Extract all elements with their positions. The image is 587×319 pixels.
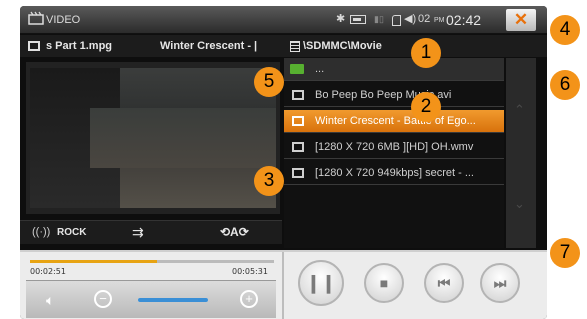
volume-level: 02 — [418, 13, 431, 25]
volume-slider[interactable] — [138, 298, 208, 302]
now-playing-title: Winter Crescent - | — [160, 40, 258, 52]
previous-button[interactable]: ⏮︎ — [424, 263, 464, 303]
list-scrollbar[interactable]: ⌃ ⌄ — [506, 58, 536, 248]
speaker-icon[interactable]: 🔈︎ — [46, 292, 54, 309]
close-button[interactable]: ✕ — [506, 9, 536, 31]
callout-3: 3 — [254, 166, 284, 196]
list-item[interactable]: [1280 X 720 949kbps] secret - ... — [284, 162, 504, 185]
elapsed-time: 00:02:51 — [30, 267, 66, 276]
now-playing-file: s Part 1.mpg — [46, 40, 113, 52]
parent-folder-item[interactable]: ... — [284, 58, 504, 81]
video-frame — [30, 68, 276, 208]
film-icon — [292, 90, 304, 100]
clock-ampm: PM — [434, 17, 445, 24]
callout-4: 4 — [550, 15, 580, 45]
film-icon — [292, 116, 304, 126]
volume-up-button[interactable]: + — [240, 290, 258, 308]
volume-down-button[interactable]: − — [94, 290, 112, 308]
callout-6: 6 — [550, 70, 580, 100]
total-time: 00:05:31 — [232, 267, 268, 276]
sound-effect-icon[interactable]: ((·)) — [32, 226, 50, 238]
stop-button[interactable]: ■ — [364, 263, 404, 303]
progress-bar[interactable] — [30, 260, 274, 263]
battery-icon — [350, 15, 366, 24]
film-icon — [292, 142, 304, 152]
repeat-icon[interactable]: ⟲A⟳ — [220, 225, 249, 239]
volume-fill — [138, 298, 208, 302]
list-item[interactable]: Bo Peep Bo Peep Music.avi — [284, 84, 504, 107]
parent-folder-label: ... — [315, 63, 325, 75]
status-bar: VIDEO ✱ ▮▯ ◀) 02 PM 02:42 ✕ — [20, 6, 547, 34]
player-window: VIDEO ✱ ▮▯ ◀) 02 PM 02:42 ✕ s Part 1.mpg… — [20, 6, 547, 319]
video-display[interactable] — [26, 62, 280, 214]
sd-card-icon — [392, 15, 401, 26]
eq-preset-label[interactable]: ROCK — [57, 227, 86, 238]
folder-path-icon — [290, 41, 300, 52]
progress-fill — [30, 260, 157, 263]
video-app-icon — [28, 11, 44, 25]
film-icon — [292, 168, 304, 178]
folder-path: \SDMMC\Movie — [303, 40, 382, 52]
app-title: VIDEO — [46, 14, 81, 26]
next-button[interactable]: ⏭︎ — [480, 263, 520, 303]
scroll-down-icon[interactable]: ⌄ — [514, 196, 525, 212]
effect-bar: ((·)) ROCK ⇉ ⟲A⟳ — [20, 220, 282, 244]
callout-5: 5 — [254, 67, 284, 97]
shuffle-icon[interactable]: ⇉ — [132, 224, 144, 241]
signal-icon: ▮▯ — [374, 14, 384, 24]
file-name: [1280 X 720 6MB ][HD] OH.wmv — [315, 141, 474, 153]
file-list: ... Bo Peep Bo Peep Music.avi Winter Cre… — [284, 58, 504, 248]
clock-time: 02:42 — [446, 12, 482, 28]
bluetooth-icon: ✱ — [336, 13, 346, 25]
list-item-selected[interactable]: Winter Crescent - Battle of Ego... — [284, 110, 504, 133]
scroll-up-icon[interactable]: ⌃ — [514, 102, 525, 118]
file-name: Winter Crescent - Battle of Ego... — [315, 115, 476, 127]
list-item[interactable]: [1280 X 720 6MB ][HD] OH.wmv — [284, 136, 504, 159]
parent-folder-icon — [290, 64, 304, 74]
pause-button[interactable]: ❙❙ — [298, 260, 344, 306]
film-icon — [28, 41, 40, 51]
volume-bar: 🔈︎ − + — [26, 280, 276, 318]
callout-2: 2 — [411, 92, 441, 122]
screen: VIDEO ✱ ▮▯ ◀) 02 PM 02:42 ✕ s Part 1.mpg… — [0, 0, 587, 319]
volume-status-icon: ◀) — [404, 13, 417, 25]
callout-1: 1 — [411, 38, 441, 68]
divider — [282, 252, 284, 319]
control-panel: 00:02:51 00:05:31 🔈︎ − + ❙❙ ■ ⏮︎ ⏭︎ — [20, 250, 547, 319]
title-row: s Part 1.mpg Winter Crescent - | \SDMMC\… — [20, 35, 547, 57]
callout-7: 7 — [550, 238, 580, 268]
file-name: [1280 X 720 949kbps] secret - ... — [315, 167, 474, 179]
